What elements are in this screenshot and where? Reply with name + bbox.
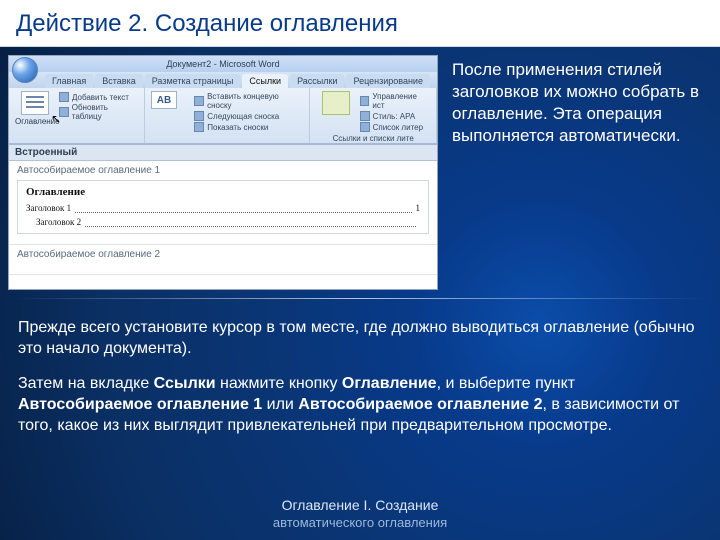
- update-table-button[interactable]: Обновить таблицу: [59, 103, 138, 121]
- gallery-item-preview: Оглавление Заголовок 11 Заголовок 2: [17, 180, 429, 234]
- biblio-icon: [360, 122, 370, 132]
- insert-footnote-button[interactable]: AB: [151, 91, 190, 109]
- toc-button-label: Оглавление: [15, 117, 60, 126]
- slide-title: Действие 2. Создание оглавления: [0, 0, 720, 47]
- insert-citation-button[interactable]: [316, 91, 355, 117]
- ribbon: Оглавление Добавить текст Обновить табли…: [9, 88, 437, 144]
- ribbon-tabs: Главная Вставка Разметка страницы Ссылки…: [9, 72, 437, 88]
- office-orb-icon: [12, 57, 38, 83]
- footer-line-1: Оглавление I. Создание: [0, 496, 720, 514]
- book-icon: [322, 91, 350, 115]
- manage-sources-button[interactable]: Управление ист: [360, 92, 430, 110]
- paragraph-1: Прежде всего установите курсор в том мес…: [18, 317, 702, 359]
- tab-home[interactable]: Главная: [45, 74, 93, 88]
- slide-footer: Оглавление I. Создание автоматического о…: [0, 496, 720, 532]
- ab-icon: AB: [151, 91, 177, 109]
- gallery-section-header: Встроенный: [9, 145, 437, 161]
- ribbon-group-citations: Управление ист Стиль: APA Список литер С…: [310, 88, 437, 143]
- next-icon: [194, 111, 204, 121]
- style-button[interactable]: Стиль: APA: [360, 111, 430, 121]
- group-label-citations: Ссылки и списки лите: [316, 134, 430, 143]
- gallery-item-title: Автособираемое оглавление 1: [17, 165, 429, 176]
- tab-insert[interactable]: Вставка: [95, 74, 142, 88]
- side-description: После применения стилей заголовков их мо…: [452, 55, 704, 290]
- endnote-icon: [194, 96, 204, 106]
- refresh-icon: [59, 107, 69, 117]
- ribbon-group-footnotes: AB Вставить концевую сноску Следующая сн…: [145, 88, 310, 143]
- toc-gallery: Встроенный Автособираемое оглавление 1 О…: [9, 144, 437, 290]
- window-titlebar: Документ2 - Microsoft Word: [9, 56, 437, 72]
- ribbon-group-toc: Оглавление Добавить текст Обновить табли…: [9, 88, 145, 143]
- paragraph-2: Затем на вкладке Ссылки нажмите кнопку О…: [18, 373, 702, 436]
- word-screenshot: Документ2 - Microsoft Word Главная Встав…: [8, 55, 438, 290]
- next-footnote-button[interactable]: Следующая сноска: [194, 111, 303, 121]
- add-text-button[interactable]: Добавить текст: [59, 92, 138, 102]
- show-icon: [194, 122, 204, 132]
- plus-icon: [59, 92, 69, 102]
- manage-icon: [360, 96, 370, 106]
- body-text: Прежде всего установите курсор в том мес…: [0, 299, 720, 436]
- style-icon: [360, 111, 370, 121]
- gallery-item-auto2[interactable]: Автособираемое оглавление 2: [9, 245, 437, 275]
- tab-review[interactable]: Рецензирование: [346, 74, 430, 88]
- gallery-item-auto1[interactable]: Автособираемое оглавление 1 Оглавление З…: [9, 161, 437, 245]
- insert-endnote-button[interactable]: Вставить концевую сноску: [194, 92, 303, 110]
- tab-references[interactable]: Ссылки: [242, 74, 288, 88]
- toc-button[interactable]: Оглавление: [15, 91, 55, 126]
- bibliography-button[interactable]: Список литер: [360, 122, 430, 132]
- tab-layout[interactable]: Разметка страницы: [145, 74, 241, 88]
- tab-mailings[interactable]: Рассылки: [290, 74, 344, 88]
- gallery-item-title: Автособираемое оглавление 2: [17, 249, 429, 260]
- toc-icon: [21, 91, 49, 115]
- footer-line-2: автоматического оглавления: [0, 514, 720, 532]
- show-footnotes-button[interactable]: Показать сноски: [194, 122, 303, 132]
